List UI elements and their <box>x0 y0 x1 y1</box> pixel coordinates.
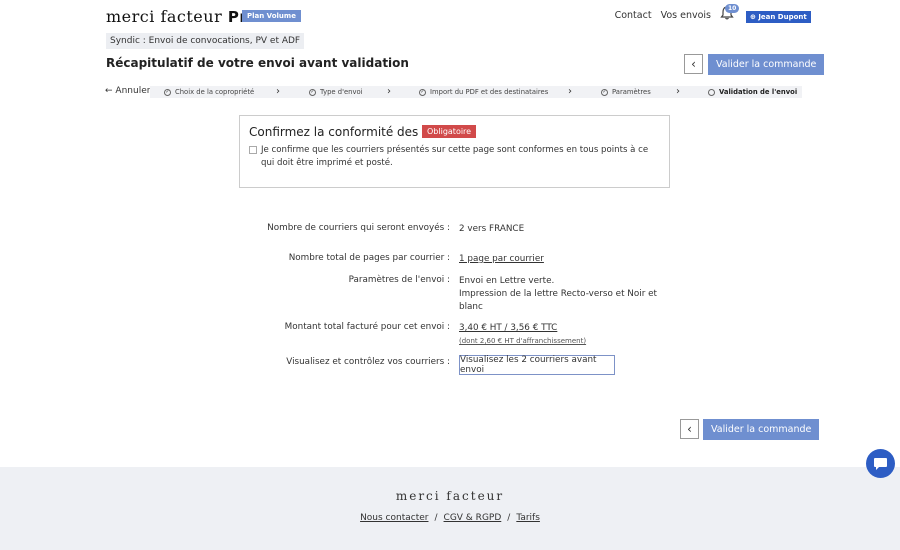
check-circle-icon: ✓ <box>164 88 171 96</box>
step-validation: Validation de l'envoi <box>708 88 797 96</box>
chevron-left-icon: ‹ <box>687 422 692 436</box>
user-icon: ⊕ <box>750 13 756 21</box>
logo-text: merci facteur <box>106 7 223 26</box>
step-label: Import du PDF et des destinataires <box>430 88 549 96</box>
arrow-left-icon: ← <box>105 86 113 96</box>
check-circle-icon: ✓ <box>419 88 426 96</box>
footer-link-tarifs[interactable]: Tarifs <box>516 513 540 523</box>
params-line: blanc <box>459 302 483 312</box>
user-name: Jean Dupont <box>758 13 807 21</box>
preview-label: Visualisez et contrôlez vos courriers : <box>286 357 450 367</box>
params-value: Envoi en Lettre verte. Impression de la … <box>459 275 657 314</box>
cancel-label: Annuler <box>115 86 151 96</box>
envois-link[interactable]: Vos envois <box>661 10 711 21</box>
separator: / <box>507 513 511 523</box>
logo[interactable]: merci facteur Pro <box>106 7 258 26</box>
amount-label: Montant total facturé pour cet envoi : <box>284 322 450 332</box>
notification-count: 10 <box>725 4 740 13</box>
step-import[interactable]: ✓ Import du PDF et des destinataires <box>419 88 548 96</box>
count-value: 2 vers FRANCE <box>459 224 525 234</box>
contact-link[interactable]: Contact <box>615 10 652 21</box>
params-line: Envoi en Lettre verte. <box>459 276 555 286</box>
chevron-right-icon: › <box>568 86 572 97</box>
step-label: Paramètres <box>612 88 651 96</box>
step-copropriete[interactable]: ✓ Choix de la copropriété <box>164 88 254 96</box>
step-type-envoi[interactable]: ✓ Type d'envoi <box>309 88 363 96</box>
check-circle-icon: ✓ <box>309 88 316 96</box>
top-nav: Contact Vos envois <box>615 10 711 21</box>
chat-button[interactable] <box>866 449 895 478</box>
required-badge: Obligatoire <box>422 125 477 138</box>
chevron-right-icon: › <box>387 86 391 97</box>
step-label: Choix de la copropriété <box>175 88 255 96</box>
chevron-right-icon: › <box>676 86 680 97</box>
validate-order-button-top[interactable]: Valider la commande <box>708 54 825 75</box>
step-label: Type d'envoi <box>320 88 363 96</box>
circle-icon <box>708 88 715 96</box>
validate-order-button-bottom[interactable]: Valider la commande <box>703 419 820 440</box>
chevron-right-icon: › <box>276 86 280 97</box>
footer-link-contact[interactable]: Nous contacter <box>360 513 428 523</box>
cancel-link[interactable]: ← Annuler <box>105 86 150 96</box>
chevron-left-icon: ‹ <box>691 57 696 71</box>
pages-value[interactable]: 1 page par courrier <box>459 253 544 266</box>
check-circle-icon: ✓ <box>601 88 608 96</box>
amount-detail: (dont 2,60 € HT d'affranchissement) <box>459 337 587 345</box>
confirmation-box: Confirmez la conformité des envois Oblig… <box>239 115 670 188</box>
footer-links: Nous contacter / CGV & RGPD / Tarifs <box>0 513 900 523</box>
page: merci facteur Pro Plan Volume Contact Vo… <box>0 0 900 550</box>
confirmation-text[interactable]: Je confirme que les courriers présentés … <box>261 144 661 170</box>
chat-bubble-icon <box>874 457 887 470</box>
previous-button-top[interactable]: ‹ <box>684 54 703 74</box>
footer: merci facteur Nous contacter / CGV & RGPD /… <box>0 467 900 550</box>
count-label: Nombre de courriers qui seront envoyés : <box>267 223 450 233</box>
amount-total: 3,40 € HT / 3,56 € TTC <box>459 323 558 333</box>
confirm-checkbox[interactable] <box>249 146 257 154</box>
params-label: Paramètres de l'envoi : <box>348 275 450 285</box>
amount-value[interactable]: 3,40 € HT / 3,56 € TTC (dont 2,60 € HT d… <box>459 322 586 348</box>
plan-badge: Plan Volume <box>242 10 301 22</box>
step-parametres[interactable]: ✓ Paramètres <box>601 88 651 96</box>
separator: / <box>434 513 438 523</box>
params-line: Impression de la lettre Recto-verso et N… <box>459 289 657 299</box>
page-title: Récapitulatif de votre envoi avant valid… <box>106 56 409 70</box>
step-label: Validation de l'envoi <box>719 88 798 96</box>
preview-letters-button[interactable]: Visualisez les 2 courriers avant envoi <box>459 355 615 375</box>
footer-logo: merci facteur <box>395 489 505 503</box>
footer-link-cgv[interactable]: CGV & RGPD <box>444 513 502 523</box>
context-tag: Syndic : Envoi de convocations, PV et AD… <box>106 33 305 49</box>
user-menu[interactable]: ⊕ Jean Dupont <box>746 11 811 23</box>
pages-label: Nombre total de pages par courrier : <box>288 253 450 263</box>
previous-button-bottom[interactable]: ‹ <box>680 419 699 439</box>
